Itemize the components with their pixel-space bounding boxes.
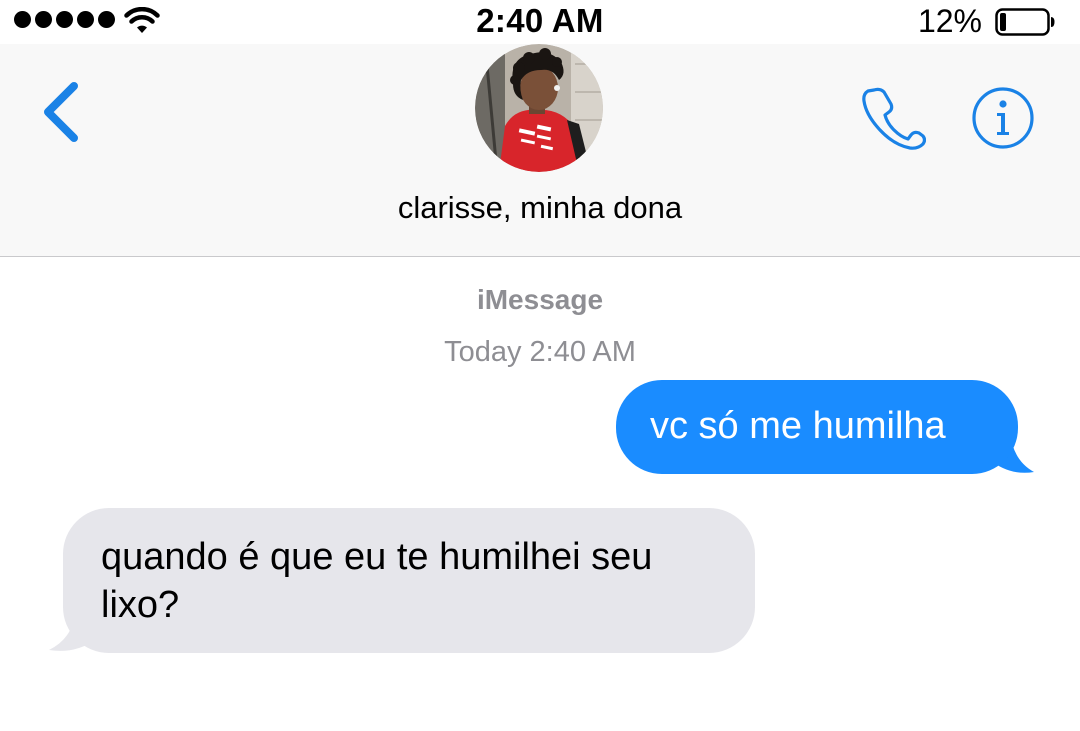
contact-avatar[interactable] [475,44,603,172]
info-icon[interactable] [972,87,1034,149]
back-chevron-icon[interactable] [36,80,84,144]
conversation-header: clarisse, minha dona [0,44,1080,257]
received-message-bubble[interactable]: quando é que eu te humilhei seu lixo? [63,508,755,653]
message-timestamp: Today 2:40 AM [444,336,636,368]
battery-percentage: 12% [917,3,982,39]
battery-icon [995,8,1055,36]
status-bar: 2:40 AM 12% [0,0,1080,44]
messages-screen: 2:40 AM 12% clarisse, minha dona iMessag… [0,0,1080,731]
service-label: iMessage [476,284,604,315]
phone-icon[interactable] [860,84,926,150]
sent-message-bubble[interactable]: vc só me humilha [616,380,1018,474]
contact-name[interactable]: clarisse, minha dona [0,190,1080,226]
